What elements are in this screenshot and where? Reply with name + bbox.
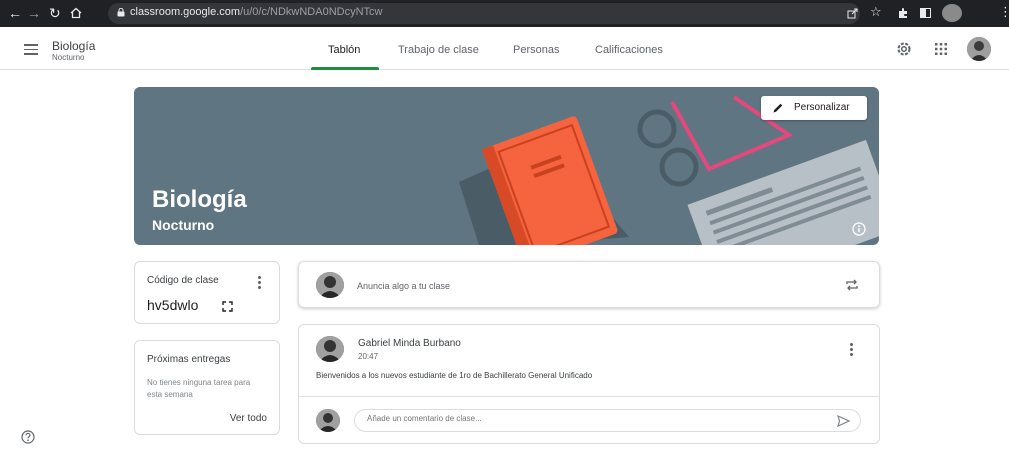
post-more-icon[interactable] [850,343,853,358]
announce-card[interactable]: Anuncia algo a tu clase [298,261,880,308]
post-time: 20:47 [358,352,379,361]
upcoming-empty-text: No tienes ninguna tarea para esta semana [147,378,251,399]
banner-class-subtitle: Nocturno [152,217,215,233]
view-all-link[interactable]: Ver todo [230,413,267,424]
fullscreen-icon[interactable] [222,301,233,312]
post-body: Bienvenidos a los nuevos estudiante de 1… [316,371,593,380]
url-text: classroom.google.com/u/0/c/NDkwNDA0NDcyN… [130,6,382,18]
class-code-value: hv5dwlo [147,297,199,313]
comment-input[interactable] [367,414,807,423]
browser-menu-icon[interactable]: ⋮ [999,4,1009,20]
share-icon[interactable] [847,8,858,19]
upcoming-card: Próximas entregas No tienes ninguna tare… [134,340,280,435]
repost-icon[interactable] [845,278,859,292]
class-code-card: Código de clase hv5dwlo [134,261,280,324]
url-host: classroom.google.com [130,6,241,18]
upcoming-title: Próximas entregas [147,354,231,365]
class-name[interactable]: Biología [52,39,95,53]
customize-label: Personalizar [794,102,850,113]
help-icon[interactable] [21,430,35,444]
star-icon[interactable]: ☆ [870,4,882,20]
customize-button[interactable]: Personalizar [761,96,867,120]
forward-arrow-icon[interactable]: → [27,4,41,22]
account-avatar[interactable] [967,37,991,61]
comment-box[interactable] [354,409,861,432]
gear-icon[interactable] [895,40,913,58]
side-panel-icon[interactable] [920,8,931,18]
app-header: Biología Nocturno Tablón Trabajo de clas… [0,27,1009,70]
apps-grid-icon[interactable] [932,40,950,58]
post-card: Gabriel Minda Burbano 20:47 Bienvenidos … [298,324,880,444]
tab-people[interactable]: Personas [513,44,559,56]
extensions-icon[interactable] [897,7,909,19]
url-path: /u/0/c/NDkwNDA0NDcyNTcw [240,6,383,18]
info-icon[interactable] [852,222,866,236]
pencil-icon [773,103,783,113]
send-icon[interactable] [837,415,850,427]
class-section: Nocturno [52,53,85,62]
divider [299,396,880,397]
announce-placeholder[interactable]: Anuncia algo a tu clase [357,281,450,291]
main-menu-icon[interactable] [24,44,38,55]
tab-classwork[interactable]: Trabajo de clase [398,44,479,56]
class-banner: Biología Nocturno Personalizar [134,87,879,245]
avatar [316,336,344,362]
home-icon[interactable] [70,7,82,19]
avatar [316,272,344,298]
banner-class-title: Biología [152,186,247,213]
active-tab-indicator [311,67,379,70]
avatar [316,409,340,432]
post-author: Gabriel Minda Burbano [358,338,461,349]
class-code-label: Código de clase [147,275,219,286]
reload-icon[interactable]: ↻ [49,4,61,22]
browser-toolbar: ← → ↻ classroom.google.com/u/0/c/NDkwNDA… [0,0,1009,27]
address-bar[interactable]: classroom.google.com/u/0/c/NDkwNDA0NDcyN… [108,3,860,24]
tab-grades[interactable]: Calificaciones [595,44,663,56]
browser-profile-avatar[interactable] [942,4,962,22]
class-code-more-icon[interactable] [258,276,261,291]
back-arrow-icon[interactable]: ← [8,4,22,22]
tab-stream[interactable]: Tablón [328,44,360,56]
lock-icon [117,8,125,17]
